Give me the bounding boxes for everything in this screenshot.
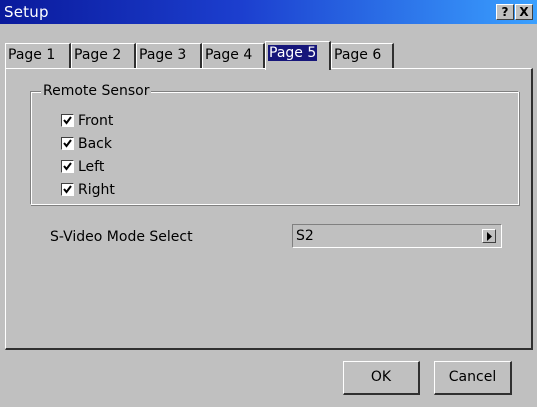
tab-label: Page 6 [334,47,382,63]
title-bar[interactable]: Setup ? X [0,0,537,24]
tab-page-3[interactable]: Page 3 [136,43,202,68]
checkmark-icon [63,139,72,148]
right-label: Right [78,182,115,198]
setup-dialog: Setup ? X Page 1 Page 2 Page 3 Page 4 Pa… [0,0,537,407]
triangle-right-icon [487,232,492,241]
tab-label: Page 5 [268,45,318,61]
tab-page-4[interactable]: Page 4 [202,43,265,68]
tab-page-6[interactable]: Page 6 [331,43,394,68]
right-checkbox[interactable] [61,183,74,196]
svideo-mode-label: S-Video Mode Select [50,229,193,245]
ok-button[interactable]: OK [343,361,420,395]
cancel-button[interactable]: Cancel [434,361,512,395]
remote-sensor-group-label: Remote Sensor [41,82,152,100]
front-label: Front [78,113,114,129]
tab-label: Page 4 [205,47,253,63]
checkmark-icon [63,185,72,194]
back-label: Back [78,136,112,152]
tab-label: Page 2 [74,47,122,63]
tab-label: Page 3 [139,47,187,63]
left-label: Left [78,159,105,175]
back-checkbox[interactable] [61,137,74,150]
tab-page-5[interactable]: Page 5 [265,41,331,70]
checkmark-icon [63,162,72,171]
left-checkbox[interactable] [61,160,74,173]
remote-sensor-group: Remote Sensor Front Back Left Right [30,82,519,205]
help-button[interactable]: ? [496,4,514,20]
window-title: Setup [4,3,49,21]
tab-page-1[interactable]: Page 1 [5,43,71,68]
tab-panel: Remote Sensor Front Back Left Right S-Vi… [5,68,533,350]
front-checkbox[interactable] [61,114,74,127]
tab-page-2[interactable]: Page 2 [71,43,136,68]
svideo-mode-select[interactable]: S2 [292,224,502,248]
select-arrow-button[interactable] [482,229,496,243]
checkmark-icon [63,116,72,125]
svideo-mode-value: S2 [296,228,314,244]
close-button[interactable]: X [515,4,533,20]
tab-label: Page 1 [8,47,56,63]
